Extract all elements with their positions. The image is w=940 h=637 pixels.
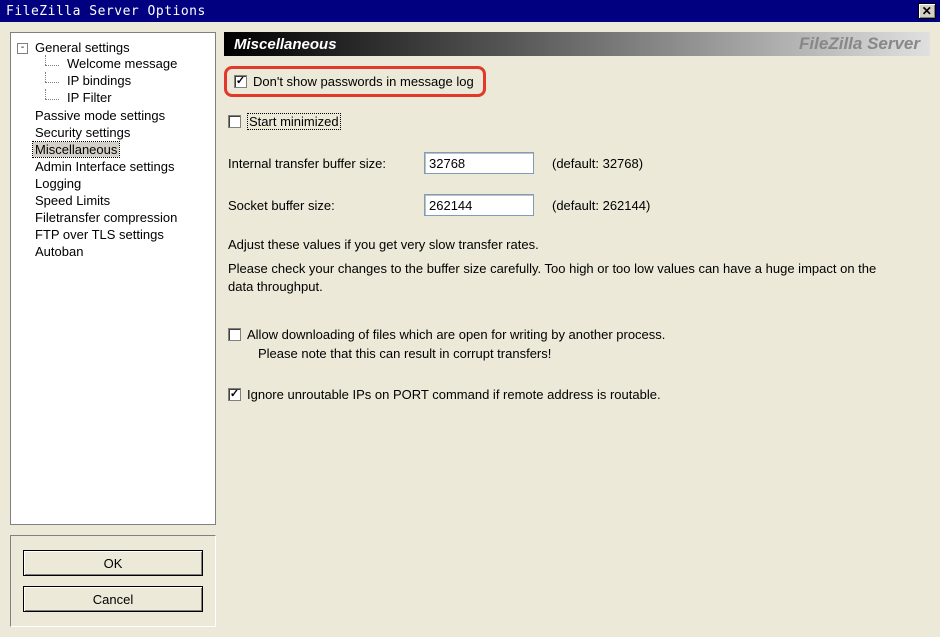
note-buffer-warning: Please check your changes to the buffer … [228, 260, 888, 296]
checkbox-ignore-unroutable[interactable] [228, 388, 241, 401]
close-icon: ✕ [922, 4, 933, 18]
label-dont-show-passwords: Don't show passwords in message log [253, 74, 474, 89]
hint-socket-buffer: (default: 262144) [552, 198, 650, 213]
tree-item-general[interactable]: General settings [33, 40, 132, 55]
tree-item-welcome[interactable]: Welcome message [65, 56, 179, 71]
dialog-buttons: OK Cancel [10, 535, 216, 627]
note-adjust: Adjust these values if you get very slow… [228, 236, 888, 254]
cancel-button[interactable]: Cancel [23, 586, 203, 612]
tree-item-admin-interface[interactable]: Admin Interface settings [33, 159, 176, 174]
ok-button[interactable]: OK [23, 550, 203, 576]
title-bar: FileZilla Server Options ✕ [0, 0, 940, 22]
tree-item-ip-bindings[interactable]: IP bindings [65, 73, 133, 88]
tree-item-autoban[interactable]: Autoban [33, 244, 85, 259]
label-internal-buffer: Internal transfer buffer size: [228, 156, 424, 171]
tree-item-security[interactable]: Security settings [33, 125, 132, 140]
checkbox-start-minimized[interactable] [228, 115, 241, 128]
tree-item-filetransfer-compression[interactable]: Filetransfer compression [33, 210, 179, 225]
window-title: FileZilla Server Options [6, 4, 206, 19]
tree-item-miscellaneous[interactable]: Miscellaneous [33, 142, 119, 157]
label-socket-buffer: Socket buffer size: [228, 198, 424, 213]
checkbox-dont-show-passwords[interactable] [234, 75, 247, 88]
note-corrupt-transfers: Please note that this can result in corr… [258, 346, 926, 361]
tree-item-ftp-tls[interactable]: FTP over TLS settings [33, 227, 166, 242]
tree-item-logging[interactable]: Logging [33, 176, 83, 191]
label-start-minimized: Start minimized [247, 113, 341, 130]
label-allow-download-open: Allow downloading of files which are ope… [247, 327, 665, 342]
close-button[interactable]: ✕ [918, 3, 936, 19]
tree-expander[interactable]: - [17, 43, 28, 54]
label-ignore-unroutable: Ignore unroutable IPs on PORT command if… [247, 387, 661, 402]
settings-tree: - General settings Welcome message IP bi… [10, 32, 216, 525]
hint-internal-buffer: (default: 32768) [552, 156, 643, 171]
section-header: Miscellaneous FileZilla Server [224, 32, 930, 56]
input-socket-buffer[interactable] [424, 194, 534, 216]
section-brand: FileZilla Server [799, 34, 920, 54]
input-internal-buffer[interactable] [424, 152, 534, 174]
tree-item-passive[interactable]: Passive mode settings [33, 108, 167, 123]
section-title: Miscellaneous [234, 36, 337, 53]
tree-item-speed-limits[interactable]: Speed Limits [33, 193, 112, 208]
checkbox-allow-download-open[interactable] [228, 328, 241, 341]
tree-item-ip-filter[interactable]: IP Filter [65, 90, 114, 105]
